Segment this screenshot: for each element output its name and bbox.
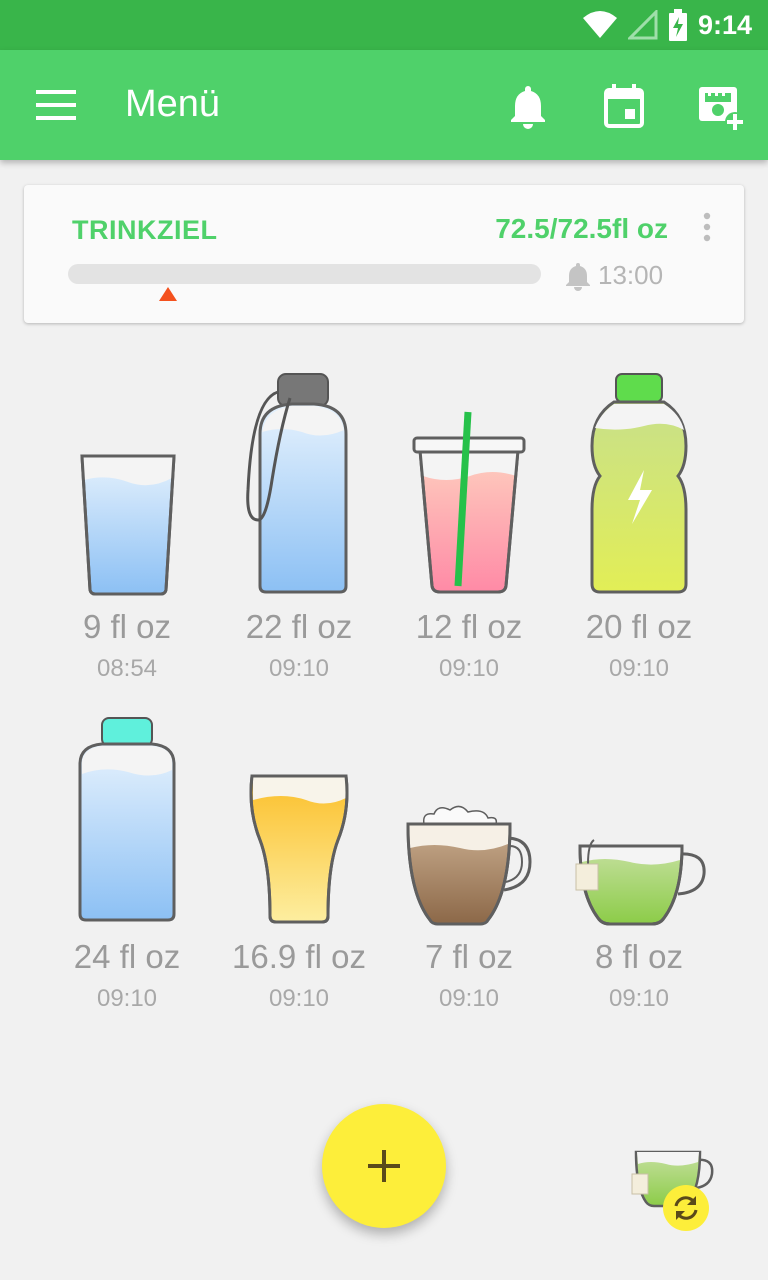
bell-icon[interactable] (502, 80, 554, 132)
sports-drink-bottle-icon (590, 373, 688, 594)
drink-amount: 16.9 fl oz (232, 938, 366, 975)
drink-time: 09:10 (268, 655, 330, 682)
drink-amount: 9 fl oz (82, 608, 172, 645)
large-water-bottle-icon (78, 717, 176, 922)
refresh-icon (663, 1185, 709, 1231)
drink-time: 09:10 (608, 985, 670, 1012)
page-title: Menü (125, 83, 221, 125)
drink-amount: 20 fl oz (585, 608, 693, 645)
beer-glass-icon (249, 774, 349, 924)
reminder-bell-icon (566, 262, 590, 291)
app-bar: Menü (0, 50, 768, 160)
more-vert-icon[interactable] (698, 211, 716, 245)
drink-entry[interactable]: 22 fl oz 09:10 (214, 350, 384, 690)
switch-cup-button[interactable] (630, 1142, 720, 1232)
wifi-icon (582, 11, 617, 38)
signal-icon (627, 10, 658, 40)
add-drink-button[interactable] (322, 1104, 446, 1228)
drink-amount: 22 fl oz (245, 608, 353, 645)
progress-marker-icon (159, 287, 177, 301)
drink-time: 09:10 (96, 985, 158, 1012)
next-reminder[interactable]: 13:00 (564, 260, 663, 291)
reminder-time: 13:00 (598, 260, 664, 290)
drink-amount: 7 fl oz (424, 938, 514, 975)
drink-entry[interactable]: 7 fl oz 09:10 (384, 700, 554, 1020)
water-bottle-icon (246, 373, 348, 594)
drink-goal-card: TRINKZIEL 72.5/72.5fl oz 13:00 (24, 185, 744, 323)
plus-icon (368, 1150, 400, 1182)
drink-time: 09:10 (438, 655, 500, 682)
drink-amount: 24 fl oz (73, 938, 181, 975)
cup-with-straw-icon (412, 411, 526, 594)
drink-entry[interactable]: 20 fl oz 09:10 (554, 350, 724, 690)
menu-icon[interactable] (28, 80, 84, 130)
drink-time: 09:10 (268, 985, 330, 1012)
drink-entry[interactable]: 9 fl oz 08:54 (42, 350, 212, 690)
drink-time: 09:10 (438, 985, 500, 1012)
glass-of-water-icon (80, 454, 176, 596)
goal-progress-bar (68, 264, 541, 284)
drink-amount: 8 fl oz (594, 938, 684, 975)
add-photo-icon[interactable] (694, 80, 746, 132)
battery-icon (668, 9, 687, 41)
goal-label: TRINKZIEL (72, 215, 218, 245)
drink-entry[interactable]: 12 fl oz 09:10 (384, 350, 554, 690)
status-bar: 9:14 (0, 0, 768, 50)
tea-cup-icon (575, 839, 706, 926)
goal-amount: 72.5/72.5fl oz (495, 213, 668, 244)
drink-entry[interactable]: 8 fl oz 09:10 (554, 700, 724, 1020)
drink-entry[interactable]: 16.9 fl oz 09:10 (214, 700, 384, 1020)
calendar-icon[interactable] (598, 80, 650, 132)
coffee-cup-icon (406, 805, 532, 926)
drink-entry[interactable]: 24 fl oz 09:10 (42, 700, 212, 1020)
status-time: 9:14 (697, 9, 752, 40)
drink-time: 08:54 (96, 655, 158, 682)
drink-amount: 12 fl oz (415, 608, 523, 645)
drink-time: 09:10 (608, 655, 670, 682)
